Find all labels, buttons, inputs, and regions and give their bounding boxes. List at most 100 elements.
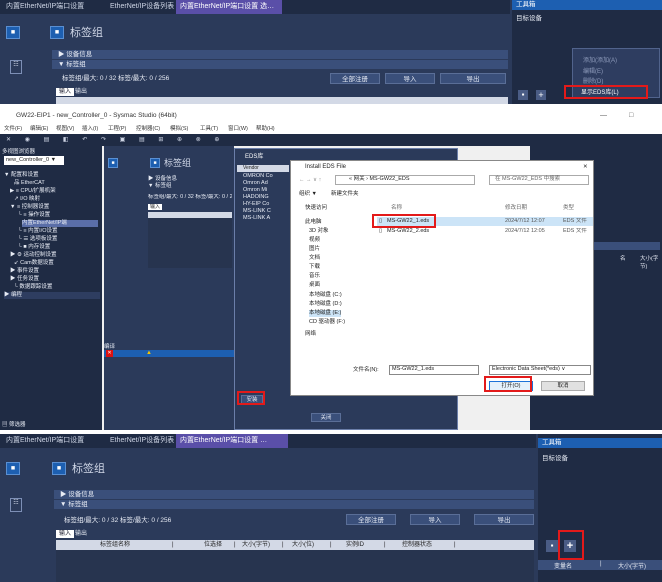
tab-eip-devices[interactable]: EtherNet/IP设备列表 xyxy=(106,0,176,14)
tree-operation[interactable]: └ ≡ 操作设置 xyxy=(18,212,50,219)
tree-cpu[interactable]: ▶ ≡ CPU/扩展机架 xyxy=(10,188,56,195)
menu-insert[interactable]: 插入(I) xyxy=(82,124,98,134)
menu-add[interactable]: 添加(添加(A) xyxy=(583,55,617,64)
menu-file[interactable]: 文件(F) xyxy=(4,124,22,134)
tree-programming[interactable]: ▶ 编程 xyxy=(4,292,100,299)
toolbox-item-3[interactable]: 目标设备 xyxy=(542,452,568,462)
tree-trace[interactable]: └ 数据跟踪设置 xyxy=(14,284,52,291)
device-info-header-3[interactable]: ▶ 设备信息 xyxy=(54,490,534,499)
menu-simulate[interactable]: 模拟(S) xyxy=(170,124,188,134)
nav-network[interactable]: 网络 xyxy=(305,331,316,338)
menu-controller[interactable]: 控制器(C) xyxy=(136,124,160,134)
toolbox-add-icon[interactable]: ▪ xyxy=(518,90,528,100)
toolbox-plus-icon[interactable]: + xyxy=(536,90,546,100)
edit-io-tab[interactable]: 输入 xyxy=(148,204,163,210)
nav-thispc[interactable]: 此电脑 xyxy=(305,219,322,226)
editor: ■ ■ 标签组 ▶ 设备信息 ▼ 标签组 标签组/最大: 0 / 32 标签/最… xyxy=(104,146,234,430)
cancel-button[interactable]: 取消 xyxy=(541,381,585,391)
menu-tools[interactable]: 工具(T) xyxy=(200,124,218,134)
tree-option-board[interactable]: └ ☰ 选项板设置 xyxy=(18,236,57,243)
io-tab-output-3[interactable]: 输出 xyxy=(72,530,90,538)
dialog-close-icon[interactable]: ✕ xyxy=(583,164,588,171)
io-tab-output[interactable]: 输出 xyxy=(72,88,90,96)
eds-item-1[interactable]: OMRON Co xyxy=(243,173,273,180)
eds-item-5[interactable]: HY-EIP Co xyxy=(243,201,269,208)
nav-pictures[interactable]: 图片 xyxy=(309,246,320,253)
col-ctrl-status[interactable]: 控制器状态 xyxy=(402,540,432,550)
eds-item-3[interactable]: Omron Mi xyxy=(243,187,267,194)
menu-delete[interactable]: 删除(D) xyxy=(583,76,603,85)
menu-window[interactable]: 窗口(W) xyxy=(228,124,248,134)
eds-item-4[interactable]: HADOING xyxy=(243,194,269,201)
col-bit-select[interactable]: 位选择 xyxy=(204,540,222,550)
organize-button[interactable]: 组织 ▼ xyxy=(299,191,317,198)
eds-item-7[interactable]: MS-LINK A xyxy=(243,215,270,222)
grid-body-3 xyxy=(56,550,534,582)
register-all-button[interactable]: 全部注册 xyxy=(330,73,380,84)
menu-view[interactable]: 视图(V) xyxy=(56,124,74,134)
col-size-bits[interactable]: 大小(位) xyxy=(292,540,314,550)
tag-group-header[interactable]: ▼ 标签组 xyxy=(52,60,508,69)
tag-group-header-3[interactable]: ▼ 标签组 xyxy=(54,500,534,509)
toolbox-list-icon[interactable]: ▪ xyxy=(546,540,558,552)
register-all-button-3[interactable]: 全部注册 xyxy=(346,514,396,525)
nav-3d[interactable]: 3D 对象 xyxy=(309,228,329,235)
edit-tag-group[interactable]: ▼ 标签组 xyxy=(148,183,171,190)
tree-task[interactable]: ▶ 任务设置 xyxy=(10,276,39,283)
col-size-bytes[interactable]: 大小(字节) xyxy=(242,540,270,550)
nav-disk-c[interactable]: 本地磁盘 (C:) xyxy=(309,292,342,299)
export-button[interactable]: 导出 xyxy=(440,73,506,84)
tree-io-map[interactable]: ↗ I/O 映射 xyxy=(14,196,40,203)
file-2-date: 2024/7/12 12:05 xyxy=(505,228,545,234)
tab-eip-settings[interactable]: 内置EtherNet/IP端口设置 xyxy=(2,0,104,14)
controller-select[interactable]: new_Controller_0 ▼ xyxy=(4,156,64,165)
tree-builtin-io[interactable]: └ ≡ 内置I/O设置 xyxy=(18,228,58,235)
new-folder-button[interactable]: 新建文件夹 xyxy=(331,191,359,198)
nav-arrows[interactable]: ← → ∨ ↑ xyxy=(299,177,321,184)
toolbox-item[interactable]: 目标设备 xyxy=(516,12,542,22)
tab-eip-selected[interactable]: 内置EtherNet/IP端口设置 选… xyxy=(176,0,282,14)
menu-project[interactable]: 工程(P) xyxy=(108,124,126,134)
tree-motion[interactable]: ▶ ⚙ 运动控制设置 xyxy=(10,252,57,259)
menu-edit[interactable]: 编辑(E) xyxy=(30,124,48,134)
col-instance[interactable]: 实例ID xyxy=(346,540,364,550)
nav-downloads[interactable]: 下载 xyxy=(309,264,320,271)
filter-button[interactable]: ▤ 筛选器 xyxy=(2,420,26,428)
menu-edit[interactable]: 编辑(E) xyxy=(583,66,603,75)
tab-eip-settings-3[interactable]: 内置EtherNet/IP端口设置 xyxy=(2,434,104,448)
device-info-header[interactable]: ▶ 设备信息 xyxy=(52,50,508,59)
tree-eip-port[interactable]: 内置EtherNet/IP端 xyxy=(22,220,98,227)
nav-quick[interactable]: 快速访问 xyxy=(305,205,327,212)
eds-item-2[interactable]: Omron Ad xyxy=(243,180,268,187)
col-name[interactable]: 名称 xyxy=(391,205,402,212)
window-controls[interactable]: — □ ✕ xyxy=(600,108,660,135)
menu-help[interactable]: 帮助(H) xyxy=(256,124,275,134)
tab-eip-devices-3[interactable]: EtherNet/IP设备列表 xyxy=(106,434,176,448)
nav-docs[interactable]: 文档 xyxy=(309,255,320,262)
edit-device-info[interactable]: ▶ 设备信息 xyxy=(148,176,177,183)
nav-video[interactable]: 视频 xyxy=(309,237,320,244)
tree-cam[interactable]: ↙ Cam数据设置 xyxy=(14,260,54,267)
tree-ethercat[interactable]: 品 EtherCAT xyxy=(14,180,45,187)
col-tag-name[interactable]: 标签组名称 xyxy=(100,540,130,550)
tree-controller-settings[interactable]: ▼ ≡ 控制器设置 xyxy=(10,204,49,211)
tree-config[interactable]: ▼ 配置和设置 xyxy=(4,172,38,179)
close-button[interactable]: 关闭 xyxy=(311,413,341,422)
tree-memory[interactable]: └ ■ 内存设置 xyxy=(18,244,50,251)
import-button-3[interactable]: 导入 xyxy=(410,514,460,525)
tree-event[interactable]: ▶ 事件设置 xyxy=(10,268,39,275)
nav-cd[interactable]: CD 驱动器 (F:) xyxy=(309,319,345,326)
tab-eip-selected-3[interactable]: 内置EtherNet/IP端口设置 … xyxy=(176,434,288,448)
eds-item-6[interactable]: MS-LINK C xyxy=(243,208,271,215)
file-2-name[interactable]: MS-GW22_2.eds xyxy=(387,228,429,235)
error-x-icon[interactable]: ✕ xyxy=(106,350,113,357)
export-button-3[interactable]: 导出 xyxy=(474,514,534,525)
nav-desktop[interactable]: 桌面 xyxy=(309,282,320,289)
col-type[interactable]: 类型 xyxy=(563,205,574,212)
nav-disk-d[interactable]: 本地磁盘 (D:) xyxy=(309,301,342,308)
warning-icon[interactable]: ▲ xyxy=(146,350,153,357)
import-button[interactable]: 导入 xyxy=(385,73,435,84)
col-date[interactable]: 修改日期 xyxy=(505,205,527,212)
nav-music[interactable]: 音乐 xyxy=(309,273,320,280)
nav-disk-e[interactable]: 本地磁盘 (E:) xyxy=(309,310,342,317)
